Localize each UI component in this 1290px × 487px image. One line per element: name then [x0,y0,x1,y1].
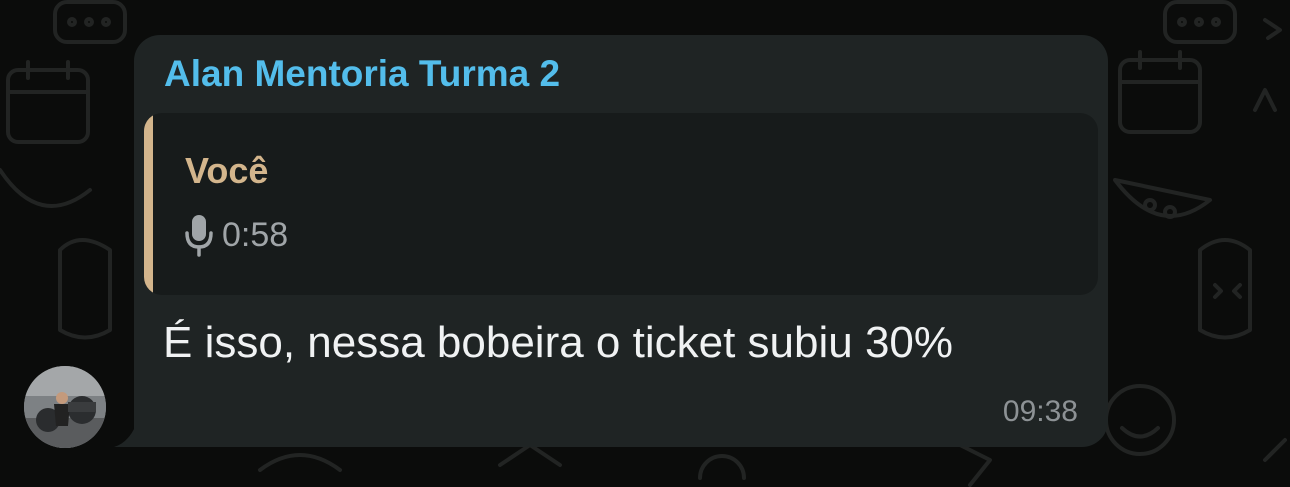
message-text: É isso, nessa bobeira o ticket subiu 30% [163,318,954,367]
message-timestamp: 09:38 [1002,395,1078,428]
quoted-message[interactable]: Você 0:58 [144,113,1098,295]
sender-name[interactable]: Alan Mentoria Turma 2 [164,53,560,95]
voice-note-duration: 0:58 [222,215,289,254]
incoming-message-bubble[interactable]: Alan Mentoria Turma 2 Você 0:58 É isso, … [134,35,1108,447]
quoted-author: Você [185,150,269,191]
bubble-tail [114,425,136,447]
microphone-icon [184,213,214,257]
quote-accent-bar [144,113,153,295]
quoted-voice-note: 0:58 [184,213,288,257]
avatar-photo [24,366,106,448]
sender-avatar[interactable] [24,366,106,448]
